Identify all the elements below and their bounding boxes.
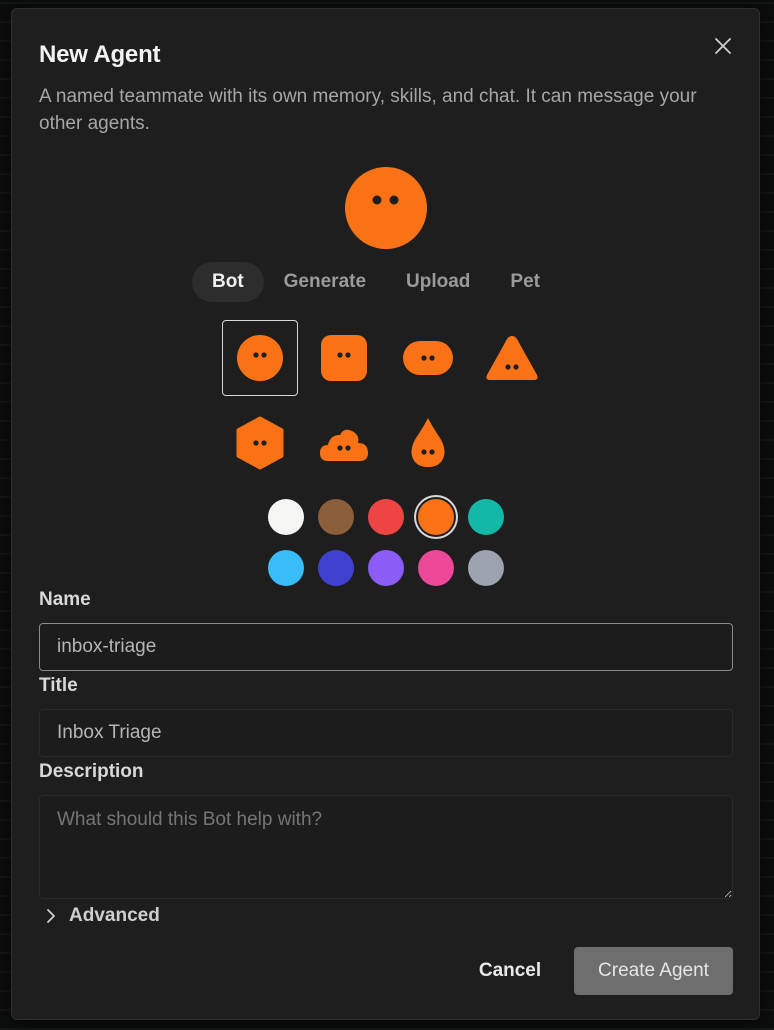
- shape-option-circle[interactable]: [222, 320, 298, 396]
- shape-option-pill[interactable]: [390, 320, 466, 396]
- cloud-bot-icon: [320, 429, 368, 461]
- create-agent-button[interactable]: Create Agent: [574, 947, 733, 995]
- hexagon-bot-icon: [236, 416, 284, 470]
- name-input[interactable]: [39, 623, 733, 671]
- title-label: Title: [39, 675, 78, 696]
- dialog-subtitle: A named teammate with its own memory, sk…: [39, 86, 697, 134]
- avatar-preview-icon: [345, 167, 427, 249]
- pill-bot-icon: [403, 341, 453, 375]
- tab-upload[interactable]: Upload: [386, 262, 490, 302]
- shape-option-cloud[interactable]: [306, 405, 382, 481]
- close-button[interactable]: [711, 34, 735, 58]
- description-label: Description: [39, 761, 144, 782]
- color-swatch-violet[interactable]: [368, 550, 404, 586]
- description-textarea[interactable]: [39, 795, 733, 899]
- avatar-source-tabs: Bot Generate Upload Pet: [192, 262, 560, 302]
- name-label: Name: [39, 589, 91, 610]
- color-swatch-brown[interactable]: [318, 499, 354, 535]
- color-swatch-pink[interactable]: [418, 550, 454, 586]
- color-swatch-teal[interactable]: [468, 499, 504, 535]
- shape-option-hexagon[interactable]: [222, 405, 298, 481]
- color-swatch-indigo[interactable]: [318, 550, 354, 586]
- chevron-right-icon: [47, 909, 55, 923]
- advanced-label: Advanced: [69, 905, 160, 926]
- shape-option-triangle[interactable]: [474, 320, 550, 396]
- color-swatch-sky[interactable]: [268, 550, 304, 586]
- shape-option-rounded-square[interactable]: [306, 320, 382, 396]
- advanced-toggle[interactable]: Advanced: [45, 902, 160, 930]
- tab-generate[interactable]: Generate: [264, 262, 386, 302]
- color-swatch-red[interactable]: [368, 499, 404, 535]
- triangle-bot-icon: [486, 336, 538, 380]
- circle-bot-icon: [237, 335, 283, 381]
- tab-bot[interactable]: Bot: [192, 262, 264, 302]
- close-icon: [715, 38, 731, 54]
- rounded-square-bot-icon: [321, 335, 367, 381]
- title-input[interactable]: [39, 709, 733, 757]
- color-swatch-gray[interactable]: [468, 550, 504, 586]
- new-agent-dialog: New Agent A named teammate with its own …: [11, 8, 760, 1020]
- cancel-button[interactable]: Cancel: [462, 947, 558, 995]
- tab-pet[interactable]: Pet: [490, 262, 560, 302]
- shape-option-droplet[interactable]: [390, 405, 466, 481]
- dialog-title: New Agent: [39, 41, 161, 68]
- color-swatch-white[interactable]: [268, 499, 304, 535]
- droplet-bot-icon: [411, 418, 445, 467]
- color-swatch-orange[interactable]: [418, 499, 454, 535]
